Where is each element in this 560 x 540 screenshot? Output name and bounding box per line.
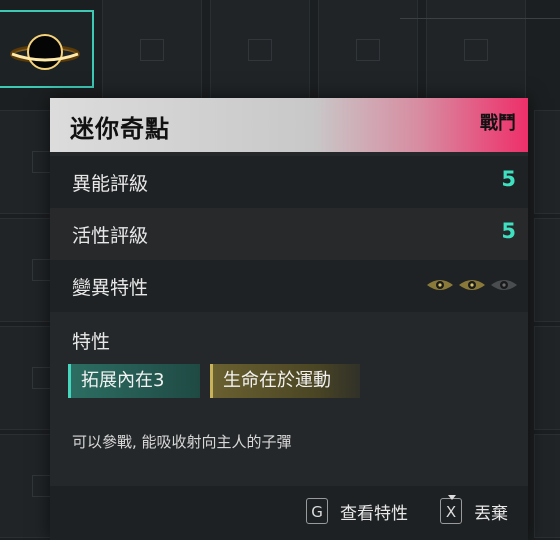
tooltip-header: 迷你奇點 戰鬥 [50,98,528,152]
inventory-slot[interactable] [426,0,526,102]
item-tag: 戰鬥 [480,113,516,134]
stat-value: 5 [501,219,516,243]
singularity-orb-icon [10,34,80,70]
eye-icon [427,280,453,290]
inventory-slot[interactable] [210,0,310,102]
stat-label: 變異特性 [72,277,149,299]
item-name: 迷你奇點 [70,115,170,143]
item-description: 可以參戰, 能吸收射向主人的子彈 [72,433,292,451]
key-hint: G [306,498,328,524]
eye-icon [459,280,485,290]
traits-title: 特性 [72,331,111,353]
key-hint: X [440,495,462,524]
divider [400,18,560,19]
inventory-slot[interactable] [534,218,560,322]
inventory-slot[interactable] [102,0,202,102]
item-tooltip: 迷你奇點 戰鬥 異能評級 5 活性評級 5 變異特性 特性 拓展內在3 生命在於… [50,98,528,540]
discard-button[interactable]: X 丟棄 [440,495,508,524]
stat-row-activity-rating: 活性評級 5 [50,208,528,260]
stat-value: 5 [501,167,516,191]
inventory-slot[interactable] [318,0,418,102]
action-label: 查看特性 [340,503,408,524]
tooltip-footer: G 查看特性 X 丟棄 [50,486,528,540]
view-traits-button[interactable]: G 查看特性 [306,498,408,524]
trait-chip[interactable]: 拓展內在3 [68,364,200,398]
trait-chip[interactable]: 生命在於運動 [210,364,360,398]
stat-label: 異能評級 [72,173,149,195]
inventory-slot[interactable] [534,110,560,214]
action-label: 丟棄 [474,503,508,524]
eye-icon-inactive [491,280,517,290]
stat-label: 活性評級 [72,225,149,247]
mutation-eye-rating [426,277,518,293]
inventory-slot[interactable] [534,326,560,430]
stat-row-mutation-trait: 變異特性 [50,260,528,312]
stat-row-ability-rating: 異能評級 5 [50,156,528,208]
inventory-slot[interactable] [534,434,560,538]
